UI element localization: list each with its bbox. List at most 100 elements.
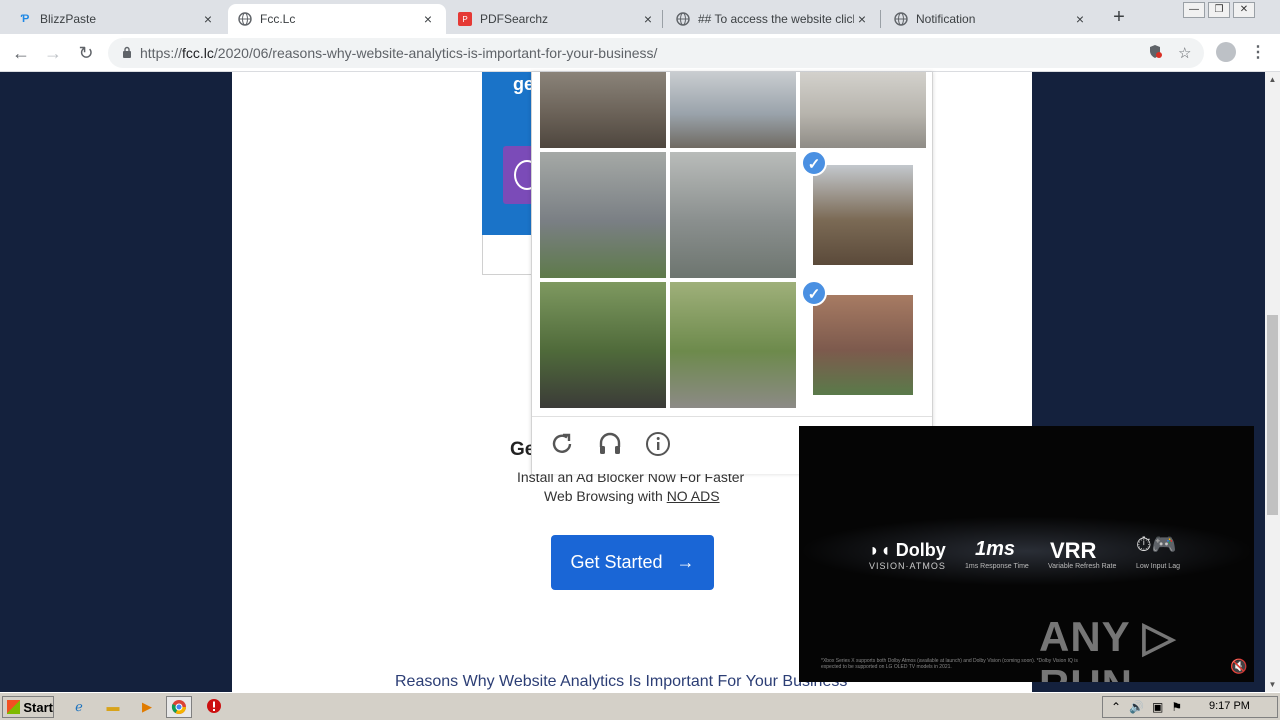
folder-icon[interactable]: ▬ — [104, 698, 122, 716]
pdf-icon: P — [458, 12, 472, 26]
gamepad-icon: ⏱🎮 — [1136, 534, 1177, 556]
bookmark-star-icon[interactable]: ☆ — [1178, 44, 1191, 62]
tab-close-icon[interactable]: × — [854, 11, 870, 27]
tab-access-website[interactable]: ## To access the website click t × — [666, 4, 880, 34]
url-text: https://fcc.lc/2020/06/reasons-why-websi… — [140, 45, 657, 61]
dolby-logo: ◗◖ Dolby — [869, 540, 946, 560]
captcha-tile[interactable] — [670, 72, 796, 148]
globe-icon — [676, 12, 690, 26]
captcha-tile[interactable] — [540, 152, 666, 278]
tab-blizzpaste[interactable]: Ƥ BlizzPaste × — [8, 4, 226, 34]
restore-button[interactable]: ❐ — [1208, 2, 1230, 18]
vrr-label: VRR — [1050, 538, 1097, 563]
new-tab-button[interactable]: + — [1108, 6, 1130, 28]
tab-close-icon[interactable]: × — [420, 11, 436, 27]
scroll-thumb[interactable] — [1267, 315, 1278, 515]
adblock-prefix: Web Browsing with — [544, 488, 667, 504]
reload-icon[interactable] — [548, 431, 576, 459]
blizzpaste-favicon-icon: Ƥ — [20, 13, 30, 25]
minimize-button[interactable]: — — [1183, 2, 1205, 18]
tab-close-icon[interactable]: × — [200, 11, 216, 27]
arrow-right-icon: → — [676, 552, 695, 572]
captcha-tile-image — [670, 152, 796, 278]
start-label: Start — [23, 699, 53, 715]
url-scheme: https:// — [140, 45, 183, 61]
tab-title: BlizzPaste — [40, 12, 97, 26]
profile-avatar[interactable] — [1216, 42, 1236, 62]
lock-icon — [123, 46, 131, 58]
tab-separator — [662, 10, 663, 28]
article-title-link[interactable]: Reasons Why Website Analytics Is Importa… — [395, 673, 847, 691]
tray-expand-icon[interactable]: ⌃ — [1111, 700, 1121, 714]
globe-icon — [894, 12, 908, 26]
volume-icon[interactable]: 🔊 — [1129, 700, 1144, 714]
dolby-text: Dolby — [895, 540, 946, 560]
tab-notification[interactable]: Notification × — [884, 4, 1098, 34]
media-player-icon[interactable]: ▶ — [138, 698, 156, 716]
vrr-caption: Variable Refresh Rate — [1048, 563, 1117, 570]
headphones-icon[interactable] — [596, 431, 624, 459]
network-icon[interactable]: ▣ — [1152, 700, 1163, 714]
captcha-tile-image — [540, 72, 666, 148]
window-controls: — ❐ ✕ — [1180, 2, 1255, 18]
captcha-challenge: ✓ ✓ — [531, 72, 933, 474]
input-lag-caption: Low Input Lag — [1136, 563, 1180, 570]
checkmark-icon: ✓ — [801, 280, 827, 306]
address-bar[interactable]: https://fcc.lc/2020/06/reasons-why-websi… — [108, 38, 1204, 68]
shield-blocked-icon[interactable] — [1148, 44, 1162, 63]
clock[interactable]: 9:17 PM — [1209, 700, 1250, 712]
menu-dots-icon[interactable]: ⋮ — [1250, 42, 1266, 62]
mute-icon[interactable]: 🔇 — [1230, 658, 1247, 675]
url-host: fcc.lc — [182, 45, 214, 61]
anyrun-watermark: ANY ▷ RUN — [1039, 613, 1176, 682]
captcha-tile[interactable] — [670, 282, 796, 408]
windows-logo-icon — [7, 700, 21, 714]
captcha-tile[interactable] — [540, 72, 666, 148]
captcha-tile[interactable] — [800, 72, 926, 148]
captcha-tile-image — [800, 72, 926, 148]
response-time-caption: 1ms Response Time — [965, 563, 1029, 570]
checkmark-icon: ✓ — [801, 150, 827, 176]
get-started-button[interactable]: Get Started → — [551, 535, 714, 590]
globe-icon — [238, 12, 252, 26]
tab-title: PDFSearchz — [480, 12, 549, 26]
ie-icon[interactable]: ℯ — [70, 698, 88, 716]
captcha-tile[interactable] — [670, 152, 796, 278]
video-player[interactable]: ◗◖ Dolby VISION·ATMOS 1ms 1ms Response T… — [799, 426, 1254, 682]
forward-arrow-icon[interactable]: → — [42, 42, 64, 64]
adblock-description-2: Web Browsing with NO ADS — [544, 488, 720, 504]
response-time-label: 1ms — [975, 538, 1016, 560]
dolby-subtitle: VISION·ATMOS — [869, 561, 946, 571]
tab-title: ## To access the website click t — [698, 12, 854, 26]
tab-separator — [880, 10, 881, 28]
back-arrow-icon[interactable]: ← — [10, 42, 32, 64]
system-tray: ⌃ 🔊 ▣ ⚑ — [1102, 696, 1278, 718]
tab-fcc-lc[interactable]: Fcc.Lc × — [228, 4, 446, 34]
flag-icon[interactable]: ⚑ — [1171, 700, 1182, 714]
get-started-label: Get Started — [570, 552, 663, 572]
captcha-tile-image — [813, 165, 913, 265]
tab-pdfsearchz[interactable]: P PDFSearchz × — [448, 4, 666, 34]
video-glow — [799, 516, 1254, 586]
start-button[interactable]: Start — [2, 696, 54, 718]
tab-close-icon[interactable]: × — [1072, 11, 1088, 27]
windows-taskbar: Start ℯ ▬ ▶ ⌃ 🔊 ▣ ⚑ 9:17 PM — [0, 692, 1280, 720]
chrome-taskbar-icon[interactable] — [166, 696, 192, 718]
tab-close-icon[interactable]: × — [640, 11, 656, 27]
browser-toolbar: ← → ↻ https://fcc.lc/2020/06/reasons-why… — [0, 34, 1280, 72]
info-icon[interactable] — [644, 431, 672, 459]
reload-icon[interactable]: ↻ — [75, 42, 97, 64]
tab-title: Fcc.Lc — [260, 12, 296, 26]
close-window-button[interactable]: ✕ — [1233, 2, 1255, 18]
no-ads-link[interactable]: NO ADS — [667, 488, 720, 504]
scroll-up-icon[interactable]: ▲ — [1265, 72, 1280, 87]
scroll-down-icon[interactable]: ▼ — [1265, 677, 1280, 692]
stop-icon[interactable] — [205, 698, 223, 716]
url-path: /2020/06/reasons-why-website-analytics-i… — [213, 45, 658, 61]
captcha-tile-image — [540, 152, 666, 278]
captcha-tile-image — [540, 282, 666, 408]
captcha-tile[interactable] — [540, 282, 666, 408]
tab-title: Notification — [916, 12, 976, 26]
captcha-tile-image — [670, 282, 796, 408]
tab-strip: Ƥ BlizzPaste × Fcc.Lc × P PDFSearchz × #… — [0, 0, 1280, 34]
